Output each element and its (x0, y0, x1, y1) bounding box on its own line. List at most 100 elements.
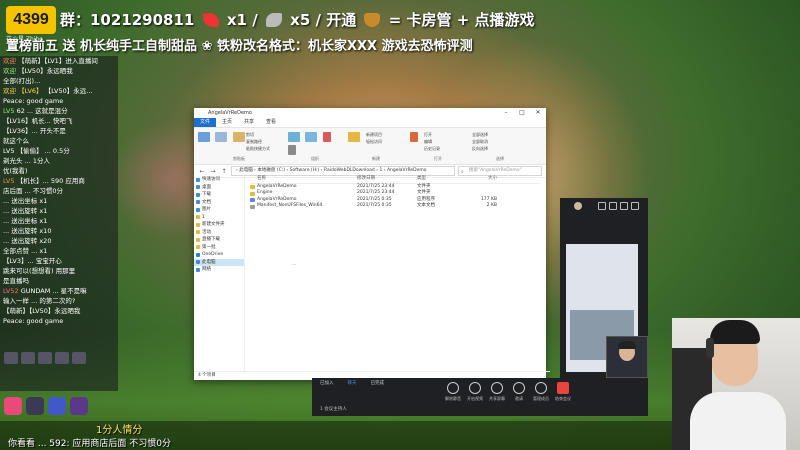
chat-username[interactable]: 欢迎 (3, 57, 16, 65)
chat-username[interactable]: LV5 (3, 107, 15, 115)
ribbon-group-label: 打开 (434, 156, 442, 161)
edit-button[interactable]: 编辑 (424, 139, 432, 145)
close-icon[interactable] (631, 202, 639, 210)
meeting-tab-chat[interactable]: 聊天 (348, 380, 357, 386)
delete-icon[interactable] (322, 132, 331, 142)
chat-text: ... 送出旋转 x1 (3, 207, 48, 215)
sidebar-item[interactable]: 此电脑 (194, 258, 244, 266)
search-placeholder: 搜索"AngelaVrReDemo" (469, 168, 522, 173)
sidebar-item[interactable]: 图片 (194, 206, 244, 214)
tab-view[interactable]: 查看 (260, 118, 282, 127)
chat-username[interactable]: LV5 (3, 147, 15, 155)
gallery-view-icon[interactable] (598, 202, 606, 210)
file-explorer-window[interactable]: AngelaVrReDemo – □ ✕ 文件 主页 共享 查看 剪切 复制路径… (194, 108, 550, 380)
history-button[interactable]: 历史记录 (424, 146, 440, 152)
search-input[interactable]: ⌕ 搜索"AngelaVrReDemo" (458, 166, 542, 176)
invert-selection-button[interactable]: 反向选择 (472, 146, 488, 152)
live-chat-panel[interactable]: 欢迎 【萌新】【LV1】进入直播间 欢迎 【LV50】永远晒我 全部(打出)...… (0, 56, 118, 391)
table-row[interactable]: Manifest_NonUFSFiles_Win64 2021/7/25 0:35… (250, 203, 540, 210)
folder-icon (196, 260, 200, 264)
meeting-control-button[interactable]: 结束会议 (552, 382, 574, 402)
up-icon[interactable]: ↑ (220, 168, 228, 175)
new-folder-icon[interactable] (348, 132, 360, 142)
sidebar-item[interactable]: 快速访问 (194, 176, 244, 184)
gift-icon[interactable] (70, 397, 88, 415)
folder-icon (196, 192, 200, 197)
ribbon-group-label: 组织 (311, 156, 319, 161)
new-item-button[interactable]: 新建项目 (366, 132, 382, 138)
navigation-pane[interactable]: 快速访问 桌面 下载 文档 图片 1 新建文件夹 活动 直播下载 第一批 OneDrive 此电脑 网络 (194, 176, 245, 371)
meeting-control-button[interactable]: 邀请 (508, 382, 530, 402)
sidebar-item[interactable]: 活动 (194, 229, 244, 237)
chat-text: 【LV16】机长... 快吧飞 (3, 117, 73, 125)
cut-button[interactable]: 剪切 (246, 132, 254, 138)
meeting-control-button[interactable]: 开启视频 (464, 382, 486, 402)
sidebar-item[interactable]: 网络 (194, 266, 244, 274)
paste-shortcut-button[interactable]: 粘贴快捷方式 (246, 146, 270, 152)
pin-icon[interactable] (198, 132, 210, 142)
move-to-icon[interactable] (288, 132, 300, 142)
sidebar-item[interactable]: 文档 (194, 199, 244, 207)
address-bar[interactable]: › 此电脑 › 本地磁盘 (C:) › Software (H:) › Raid… (231, 166, 455, 176)
sidebar-item[interactable]: 1 (194, 214, 244, 222)
meeting-tab-done[interactable]: 已完成 (371, 380, 385, 386)
chat-text: ... 送出旋转 x10 (3, 227, 52, 235)
open-button[interactable]: 打开 (424, 132, 432, 138)
chat-username[interactable]: LV5 (3, 177, 15, 185)
sidebar-item[interactable]: 桌面 (194, 184, 244, 192)
emote-icon[interactable] (38, 352, 52, 364)
meeting-control-button[interactable]: 共享屏幕 (486, 382, 508, 402)
meeting-control-button[interactable]: 管理成员 (530, 382, 552, 402)
file-list[interactable]: 名称 修改日期 类型 大小 AngelaVrReDemo 2021/7/25 23… (250, 176, 540, 210)
tab-share[interactable]: 共享 (238, 118, 260, 127)
gift-icon[interactable] (26, 397, 44, 415)
gift-icon[interactable] (4, 397, 22, 415)
sidebar-item[interactable]: 新建文件夹 (194, 221, 244, 229)
copy-icon[interactable] (215, 132, 228, 142)
column-name[interactable]: 名称 (250, 176, 357, 183)
folder-icon (196, 245, 200, 249)
chat-username[interactable]: 欢迎 【LV6】 (3, 87, 43, 95)
minimize-icon[interactable]: – (498, 108, 514, 118)
emote-icon[interactable] (21, 352, 35, 364)
emote-icon[interactable] (4, 352, 18, 364)
tab-file[interactable]: 文件 (194, 118, 217, 127)
column-size[interactable]: 大小 (467, 176, 497, 183)
layout-icon[interactable] (609, 202, 617, 210)
gift-icon[interactable] (48, 397, 66, 415)
chat-username[interactable]: LV52 (3, 287, 19, 295)
open-text: / 开通 (315, 11, 357, 29)
avatar[interactable] (574, 202, 582, 210)
txt-icon (250, 204, 255, 209)
tab-home[interactable]: 主页 (216, 118, 238, 127)
chat-text: ... 送出坐标 x1 (3, 217, 48, 225)
participant-video[interactable] (606, 336, 648, 378)
forward-icon[interactable]: → (209, 168, 217, 175)
easy-access-button[interactable]: 轻松访问 (366, 139, 382, 145)
meeting-control-button[interactable]: 解除静音 (442, 382, 464, 402)
select-none-button[interactable]: 全部取消 (472, 139, 488, 145)
empty-area-text: ... (292, 262, 297, 267)
chat-text: 62 ... 这就是混分 (16, 107, 68, 115)
rename-icon[interactable] (288, 145, 296, 155)
fullscreen-icon[interactable] (620, 202, 628, 210)
sidebar-item[interactable]: OneDrive (194, 251, 244, 259)
sidebar-item[interactable]: 第一批 (194, 244, 244, 252)
maximize-icon[interactable]: □ (514, 108, 530, 118)
emote-icon[interactable] (55, 352, 69, 364)
copy-to-icon[interactable] (305, 132, 318, 142)
emote-icon[interactable] (72, 352, 86, 364)
meeting-tab-joined[interactable]: 已加入 (320, 380, 334, 386)
copy-path-button[interactable]: 复制路径 (246, 139, 262, 145)
back-icon[interactable]: ← (198, 168, 206, 175)
properties-icon[interactable] (410, 132, 418, 142)
chat-username[interactable]: 欢迎 (3, 67, 16, 75)
window-titlebar[interactable]: AngelaVrReDemo – □ ✕ (194, 108, 546, 118)
select-all-button[interactable]: 全部选择 (472, 132, 488, 138)
column-date[interactable]: 修改日期 (357, 176, 417, 183)
sidebar-item[interactable]: 下载 (194, 191, 244, 199)
column-type[interactable]: 类型 (417, 176, 467, 183)
paste-icon[interactable] (232, 132, 245, 142)
sidebar-item[interactable]: 直播下载 (194, 236, 244, 244)
close-icon[interactable]: ✕ (530, 108, 546, 118)
